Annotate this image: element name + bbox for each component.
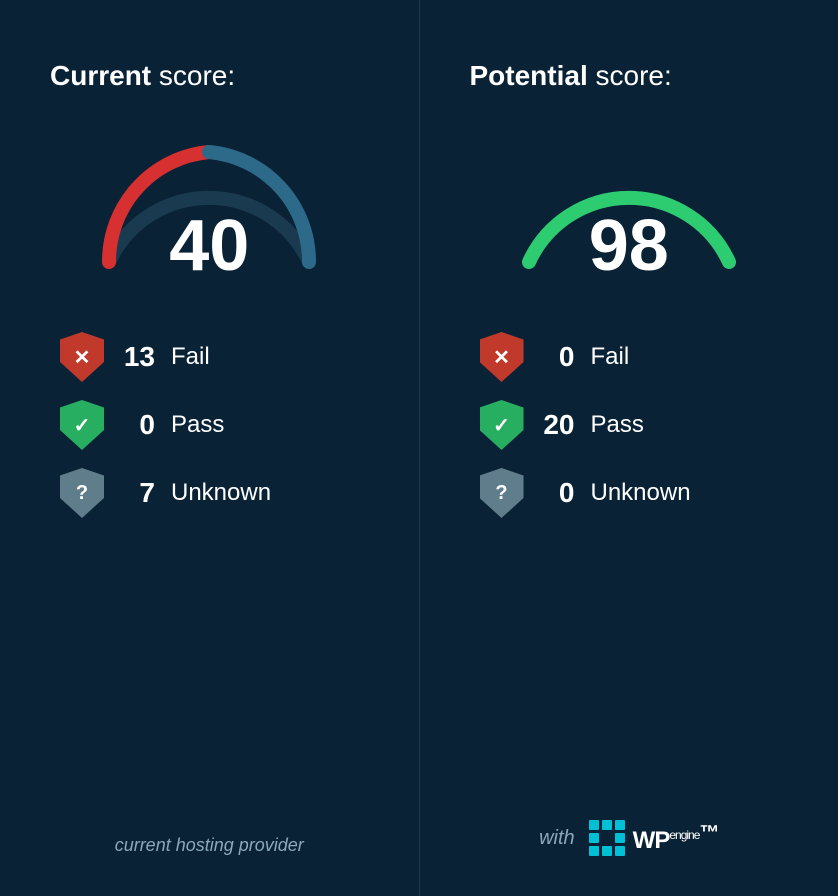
current-gauge: 40 [89, 122, 329, 282]
potential-score-title: Potential score: [460, 60, 799, 92]
potential-pass-label: Pass [591, 411, 644, 439]
current-fail-row: ✕ 13 Fail [60, 332, 379, 382]
current-fail-count: 13 [120, 341, 155, 373]
current-score-number: 40 [169, 210, 249, 282]
potential-fail-row: ✕ 0 Fail [480, 332, 799, 382]
potential-fail-shield-icon: ✕ [480, 332, 524, 382]
potential-unknown-count: 0 [540, 477, 575, 509]
unknown-shield-icon: ? [60, 468, 104, 518]
current-score-panel: Current score: 40 ✕ 13 Fail ✓ [0, 0, 420, 896]
main-container: Current score: 40 ✕ 13 Fail ✓ [0, 0, 838, 896]
wpengine-wordmark: WPengine™ [633, 822, 719, 855]
potential-fail-label: Fail [591, 343, 630, 371]
potential-score-number: 98 [589, 210, 669, 282]
fail-shield-icon: ✕ [60, 332, 104, 382]
current-stats: ✕ 13 Fail ✓ 0 Pass ? 7 Unknown [40, 332, 379, 518]
current-unknown-count: 7 [120, 477, 155, 509]
current-fail-label: Fail [171, 343, 210, 371]
potential-pass-count: 20 [540, 409, 575, 441]
potential-unknown-shield-icon: ? [480, 468, 524, 518]
potential-unknown-label: Unknown [591, 479, 691, 507]
current-unknown-row: ? 7 Unknown [60, 468, 379, 518]
potential-score-panel: Potential score: 98 ✕ 0 Fail ✓ 20 Pass [420, 0, 838, 896]
current-unknown-label: Unknown [171, 479, 271, 507]
potential-pass-shield-icon: ✓ [480, 400, 524, 450]
potential-fail-count: 0 [540, 341, 575, 373]
with-text: with [539, 827, 575, 850]
pass-shield-icon: ✓ [60, 400, 104, 450]
potential-gauge: 98 [509, 122, 749, 282]
potential-unknown-row: ? 0 Unknown [480, 468, 799, 518]
potential-pass-row: ✓ 20 Pass [480, 400, 799, 450]
wpengine-grid-icon [589, 820, 625, 856]
current-pass-count: 0 [120, 409, 155, 441]
potential-stats: ✕ 0 Fail ✓ 20 Pass ? 0 Unknown [460, 332, 799, 518]
current-footer: current hosting provider [115, 805, 304, 856]
current-score-title: Current score: [40, 60, 379, 92]
wpengine-footer: with WPengine™ [539, 790, 718, 856]
current-pass-row: ✓ 0 Pass [60, 400, 379, 450]
current-pass-label: Pass [171, 411, 224, 439]
